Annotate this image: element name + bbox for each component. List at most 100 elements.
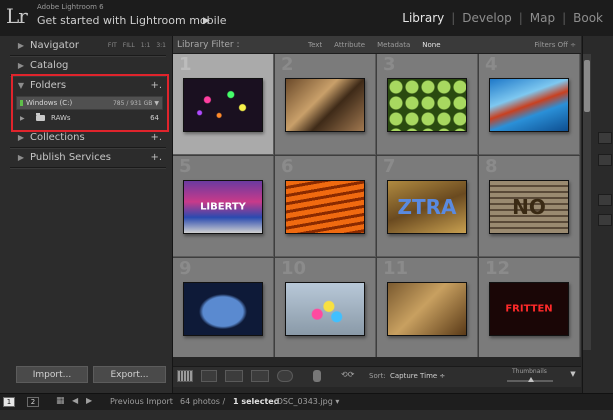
export-button[interactable]: Export... bbox=[93, 366, 166, 383]
filter-text[interactable]: Text bbox=[303, 40, 327, 50]
folder-raws[interactable]: ▶ RAWs 64 bbox=[16, 112, 161, 124]
module-picker: Library | Develop | Map | Book bbox=[400, 11, 605, 25]
cell-index-number: 6 bbox=[281, 156, 294, 177]
expand-triangle-icon[interactable]: ▼ bbox=[14, 81, 28, 90]
collections-label: Collections bbox=[30, 131, 85, 143]
main-screen-button[interactable]: 1 bbox=[3, 397, 15, 407]
grid-cell[interactable]: 5 LIBERTY bbox=[173, 156, 274, 257]
identity-plate-link[interactable]: Get started with Lightroom mobile bbox=[37, 14, 227, 27]
import-button[interactable]: Import... bbox=[16, 366, 88, 383]
folders-panel-header[interactable]: ▼ Folders +. bbox=[0, 76, 170, 94]
catalog-panel-header[interactable]: ▶ Catalog bbox=[0, 56, 170, 74]
grid-cell[interactable]: 2 bbox=[275, 54, 376, 155]
grid-cell[interactable]: 8 NO bbox=[479, 156, 580, 257]
folder-expand-triangle-icon[interactable]: ▶ bbox=[20, 115, 30, 122]
grid-cell[interactable]: 6 bbox=[275, 156, 376, 257]
collapse-triangle-icon[interactable]: ▶ bbox=[14, 153, 28, 162]
collections-panel-header[interactable]: ▶ Collections +. bbox=[0, 128, 170, 146]
selected-filename[interactable]: /DSC_0343.jpg ▾ bbox=[274, 397, 339, 406]
forward-arrow-icon[interactable]: ▶ bbox=[86, 396, 92, 405]
volume-windows-c[interactable]: Windows (C:) 785 / 931 GB ▼ bbox=[16, 96, 163, 110]
collapse-triangle-icon[interactable]: ▶ bbox=[14, 133, 28, 142]
filter-none[interactable]: None bbox=[417, 40, 445, 50]
folder-name: RAWs bbox=[51, 114, 71, 122]
filter-metadata[interactable]: Metadata bbox=[372, 40, 415, 50]
thumbnail-slider-knob[interactable] bbox=[528, 377, 534, 382]
grid-view-icon[interactable] bbox=[177, 370, 193, 382]
grid-cell[interactable]: 4 bbox=[479, 54, 580, 155]
lightroom-window: Lr Adobe Lightroom 6 Get started with Li… bbox=[0, 0, 613, 420]
photo-thumbnail[interactable] bbox=[387, 78, 467, 132]
photo-thumbnail[interactable] bbox=[183, 282, 263, 336]
grid-cell[interactable]: 12 FRITTEN bbox=[479, 258, 580, 357]
cell-index-number: 5 bbox=[179, 156, 192, 177]
toolbar-menu-icon[interactable]: ▼ bbox=[567, 370, 579, 382]
photo-thumbnail[interactable]: NO bbox=[489, 180, 569, 234]
photo-thumbnail[interactable]: FRITTEN bbox=[489, 282, 569, 336]
grid-cell[interactable]: 11 bbox=[377, 258, 478, 357]
photo-thumbnail-text: ZTRA bbox=[397, 195, 457, 219]
grid-cell[interactable]: 3 bbox=[377, 54, 478, 155]
photo-thumbnail[interactable] bbox=[489, 78, 569, 132]
rotate-icon[interactable]: ⟲⟳ bbox=[341, 370, 359, 382]
thumbnails-label: Thumbnails bbox=[512, 368, 547, 375]
right-panel-chip-icon[interactable] bbox=[598, 214, 612, 226]
photo-thumbnail[interactable] bbox=[387, 282, 467, 336]
sort-dropdown[interactable]: Capture Time ÷ bbox=[390, 372, 445, 380]
photo-thumbnail-text: NO bbox=[512, 195, 546, 219]
zoom-3-1[interactable]: 3:1 bbox=[156, 42, 166, 49]
module-library[interactable]: Library bbox=[400, 11, 446, 25]
navigator-label: Navigator bbox=[30, 39, 79, 51]
cell-index-number: 11 bbox=[383, 258, 409, 279]
photo-thumbnail[interactable] bbox=[285, 180, 365, 234]
compare-view-icon[interactable] bbox=[225, 370, 243, 382]
folder-count: 64 bbox=[150, 114, 159, 122]
filmstrip-source[interactable]: Previous Import bbox=[110, 397, 173, 406]
cell-index-number: 9 bbox=[179, 258, 192, 279]
back-arrow-icon[interactable]: ◀ bbox=[72, 396, 78, 405]
survey-view-icon[interactable] bbox=[251, 370, 269, 382]
window-bottom-edge bbox=[0, 410, 613, 420]
right-panel-chip-icon[interactable] bbox=[598, 154, 612, 166]
volume-name: Windows (C:) bbox=[26, 99, 73, 107]
cell-index-number: 7 bbox=[383, 156, 396, 177]
publish-services-panel-header[interactable]: ▶ Publish Services +. bbox=[0, 148, 170, 166]
collapse-triangle-icon[interactable]: ▶ bbox=[14, 41, 28, 50]
navigator-panel-header[interactable]: ▶ Navigator FIT FILL 1:1 3:1 bbox=[0, 36, 170, 54]
filter-attribute[interactable]: Attribute bbox=[329, 40, 370, 50]
add-publish-service-plus-icon[interactable]: +. bbox=[150, 152, 162, 163]
zoom-fill[interactable]: FILL bbox=[123, 42, 135, 49]
grid-cell[interactable]: 10 bbox=[275, 258, 376, 357]
photo-thumbnail[interactable] bbox=[285, 78, 365, 132]
grid-mode-icon[interactable]: ▦ bbox=[56, 396, 65, 406]
import-export-bar: Import... Export... bbox=[0, 366, 172, 388]
grid-cell[interactable]: 1 bbox=[173, 54, 274, 155]
spray-can-icon[interactable] bbox=[313, 370, 321, 382]
right-panel-strip bbox=[582, 36, 613, 393]
collapse-triangle-icon[interactable]: ▶ bbox=[14, 61, 28, 70]
grid-scrollbar-thumb[interactable] bbox=[584, 60, 590, 112]
volume-collapse-triangle-icon[interactable]: ▼ bbox=[154, 100, 159, 107]
photo-thumbnail[interactable]: ZTRA bbox=[387, 180, 467, 234]
grid-scrollbar[interactable] bbox=[583, 54, 591, 350]
loupe-view-icon[interactable] bbox=[201, 370, 217, 382]
right-panel-chip-icon[interactable] bbox=[598, 194, 612, 206]
zoom-1-1[interactable]: 1:1 bbox=[141, 42, 151, 49]
add-collection-plus-icon[interactable]: +. bbox=[150, 132, 162, 143]
filters-off-dropdown[interactable]: Filters Off ÷ bbox=[534, 41, 576, 49]
photo-thumbnail[interactable]: LIBERTY bbox=[183, 180, 263, 234]
secondary-screen-button[interactable]: 2 bbox=[27, 397, 39, 407]
photo-thumbnail[interactable] bbox=[285, 282, 365, 336]
grid-cell[interactable]: 9 bbox=[173, 258, 274, 357]
zoom-fit[interactable]: FIT bbox=[108, 42, 117, 49]
module-map[interactable]: Map bbox=[528, 11, 557, 25]
add-folder-plus-icon[interactable]: +. bbox=[150, 80, 162, 91]
filmstrip-bar: 1 2 ▦ ◀ ▶ Previous Import 64 photos / 1 … bbox=[0, 393, 613, 411]
module-book[interactable]: Book bbox=[571, 11, 605, 25]
grid-cell[interactable]: 7 ZTRA bbox=[377, 156, 478, 257]
identity-plate-arrow-icon[interactable]: ▶ bbox=[203, 16, 210, 26]
photo-thumbnail[interactable] bbox=[183, 78, 263, 132]
right-panel-chip-icon[interactable] bbox=[598, 132, 612, 144]
people-view-icon[interactable] bbox=[277, 370, 293, 382]
module-develop[interactable]: Develop bbox=[460, 11, 513, 25]
